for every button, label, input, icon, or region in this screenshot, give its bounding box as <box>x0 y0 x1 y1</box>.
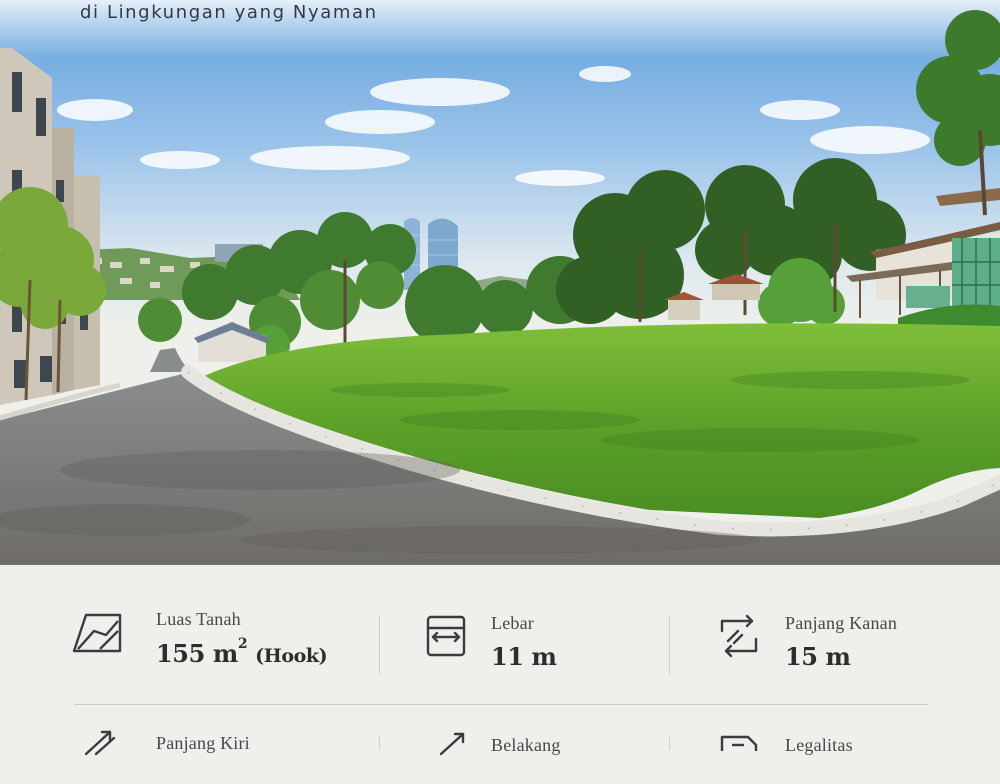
column-divider <box>669 615 670 675</box>
left-length-icon <box>78 728 132 774</box>
hero-subtitle: di Lingkungan yang Nyaman <box>80 2 378 23</box>
land-area-icon <box>70 609 124 655</box>
spec-label-left-length: Panjang Kiri <box>156 733 250 753</box>
column-divider <box>669 737 670 750</box>
hero-image: di Lingkungan yang Nyaman <box>0 0 1000 565</box>
column-divider <box>379 737 380 750</box>
spec-label-width: Lebar <box>491 613 534 633</box>
spec-label-right-length: Panjang Kanan <box>785 613 898 633</box>
spec-value-right-length: 15 m <box>785 642 851 671</box>
spec-label-back: Belakang <box>491 735 561 755</box>
width-icon <box>420 613 474 659</box>
right-length-icon <box>712 613 766 659</box>
spec-label-land-area: Luas Tanah <box>156 609 241 629</box>
land-area-note: (Hook) <box>255 645 328 667</box>
back-icon <box>433 728 487 774</box>
spec-label-legality: Legalitas <box>785 735 853 755</box>
land-area-unit-exponent: 2 <box>237 636 248 652</box>
property-specs-panel: Luas Tanah 155 m2 (Hook) Lebar 11 m Panj… <box>0 565 1000 756</box>
row-divider <box>74 704 928 705</box>
spec-value-width: 11 m <box>491 642 557 671</box>
spec-value-land-area: 155 m2 (Hook) <box>156 636 328 668</box>
column-divider <box>379 615 380 675</box>
legal-document-icon <box>712 733 766 779</box>
landscape-illustration <box>0 0 1000 565</box>
land-area-number: 155 m <box>156 639 238 668</box>
